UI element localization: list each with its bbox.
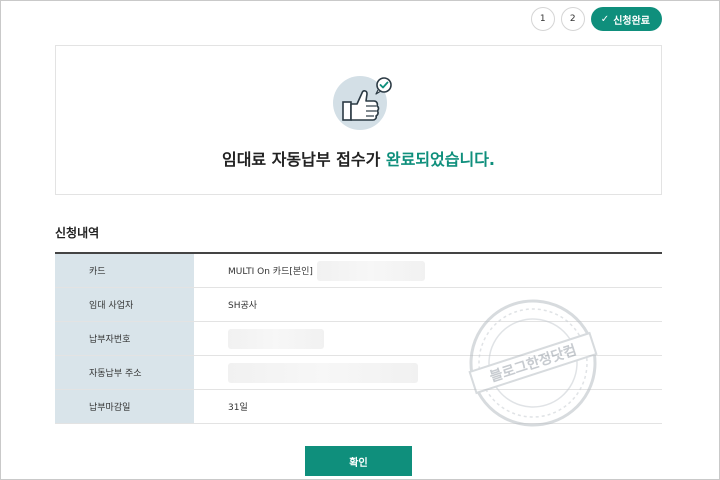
thumbs-up-graphic	[342, 77, 392, 121]
step-1: 1	[530, 7, 555, 31]
row-label: 납부자번호	[55, 322, 194, 355]
application-details-table: 카드 MULTI On 카드[본인] 임대 사업자 SH공사 납부자번호 자동납…	[55, 252, 662, 424]
row-label: 카드	[55, 254, 194, 287]
step-indicator: 1 2 ✓ 신청완료	[530, 7, 662, 31]
completion-message-text: 임대료 자동납부 접수가	[221, 150, 386, 169]
row-value	[194, 356, 662, 389]
table-row: 자동납부 주소	[55, 356, 662, 390]
due-day-value: 31일	[228, 403, 248, 413]
section-title: 신청내역	[55, 226, 100, 240]
row-value	[194, 322, 662, 355]
completion-panel: 임대료 자동납부 접수가 완료되었습니다.	[55, 45, 662, 195]
table-row: 납부자번호	[55, 322, 662, 356]
row-label: 자동납부 주소	[55, 356, 194, 389]
table-row: 카드 MULTI On 카드[본인]	[55, 254, 662, 288]
check-icon: ✓	[600, 13, 610, 25]
table-row: 임대 사업자 SH공사	[55, 288, 662, 322]
step-complete: ✓ 신청완료	[590, 7, 662, 31]
redacted-block	[228, 362, 418, 383]
table-row: 납부마감일 31일	[55, 390, 662, 424]
redacted-block	[228, 328, 324, 349]
row-value: SH공사	[194, 288, 662, 321]
row-label: 임대 사업자	[55, 288, 194, 321]
completion-message: 임대료 자동납부 접수가 완료되었습니다.	[56, 146, 661, 170]
row-label: 납부마감일	[55, 390, 194, 423]
row-value: MULTI On 카드[본인]	[194, 254, 662, 287]
row-value: 31일	[194, 390, 662, 423]
step-2: 2	[560, 7, 585, 31]
step-complete-label: 신청완료	[613, 15, 650, 27]
card-value: MULTI On 카드[본인]	[228, 267, 313, 277]
redacted-block	[316, 260, 425, 281]
confirm-button[interactable]: 확인	[305, 446, 412, 476]
thumbs-up-icon	[333, 76, 392, 130]
provider-value: SH공사	[228, 301, 258, 311]
completion-message-accent: 완료되었습니다.	[385, 150, 496, 169]
